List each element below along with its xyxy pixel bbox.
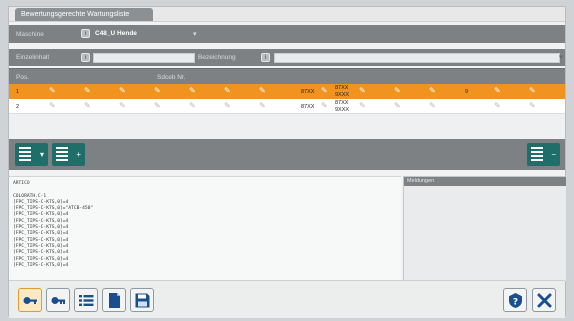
list-button[interactable] [74,288,98,312]
program-text-panel[interactable]: ARTICO COLORATH.C-1 [FPC_TIPS-C-KTS,0]=4… [9,176,401,281]
save-icon [135,293,150,308]
pencil-icon[interactable]: ✎ [359,87,366,95]
pencil-icon[interactable]: ✎ [394,87,401,95]
svg-text:?: ? [513,297,518,307]
pencil-icon[interactable]: ✎ [494,87,501,95]
unit-field[interactable] [93,53,195,63]
pencil-icon[interactable]: ✎ [84,102,91,110]
save-button[interactable] [130,288,154,312]
pencil-icon[interactable]: ✎ [359,102,366,110]
row-ref-1: 87XX [335,85,349,91]
grid-empty-area [9,114,565,139]
row-code: 87XX [301,89,315,95]
pencil-icon[interactable]: ✎ [429,102,436,110]
document-icon [109,293,120,308]
row-pos: 1 [16,89,20,95]
list-icon [531,147,543,162]
pencil-icon[interactable]: ✎ [321,87,328,95]
pencil-icon[interactable]: ✎ [529,87,536,95]
row-ref-2: 9XXX [335,92,350,98]
pencil-icon[interactable]: ✎ [119,87,126,95]
pencil-icon[interactable]: ✎ [224,87,231,95]
tab-maintenance-list[interactable]: Bewertungsgerechte Wartungsliste [15,8,153,21]
pencil-icon[interactable]: ✎ [49,87,56,95]
row-ref-1: 87XX [335,100,349,106]
column-header-pos: Pos. [16,74,30,81]
row-ref-2: 9XXX [335,107,350,113]
pencil-icon[interactable]: ✎ [49,102,56,110]
key-alt-icon [51,297,65,304]
column-header-number: Sdceb Nr. [157,74,186,81]
table-row[interactable]: 2 ✎ ✎ ✎ ✎ ✎ ✎ ✎ 87XX ✎ 87XX 9XXX ✎ ✎ ✎ ✎… [9,99,565,114]
plus-icon: + [76,150,81,159]
designation-label: Bezeichnung [198,54,236,61]
chevron-down-icon: ▾ [39,150,44,159]
append-row-button[interactable]: + [52,143,85,166]
machine-label: Maschine [16,31,44,38]
pencil-icon[interactable]: ✎ [429,87,436,95]
close-button[interactable] [532,288,556,312]
grid-header: Pos. Sdceb Nr. [9,68,565,85]
pencil-icon[interactable]: ✎ [529,102,536,110]
list-icon [79,295,94,306]
info-icon[interactable]: i [261,53,270,62]
info-icon[interactable]: i [81,29,90,38]
key-alt-button[interactable] [46,288,70,312]
main-window: Bewertungsgerechte Wartungsliste Maschin… [8,6,566,318]
pencil-icon[interactable]: ✎ [224,102,231,110]
list-icon [19,147,31,162]
key-icon [23,297,37,304]
pencil-icon[interactable]: ✎ [84,87,91,95]
pencil-icon[interactable]: ✎ [154,102,161,110]
help-button[interactable]: ? [503,288,527,312]
info-icon[interactable]: i [81,53,90,62]
pencil-icon[interactable]: ✎ [259,102,266,110]
help-icon: ? [509,293,522,308]
messages-panel: Meldungen [403,176,566,281]
pencil-icon[interactable]: ✎ [259,87,266,95]
key-button[interactable] [18,288,42,312]
filter-row: Einzelinhalt i Bezeichnung i ▾ [9,49,565,66]
pencil-icon[interactable]: ✎ [154,87,161,95]
minus-icon: − [551,150,556,159]
messages-header: Meldungen [404,177,566,186]
row-toolstrip: ▾ + − [9,139,565,170]
designation-field[interactable] [274,53,560,63]
pencil-icon[interactable]: ✎ [494,102,501,110]
pencil-icon[interactable]: ✎ [119,102,126,110]
row-end: 9 [465,89,469,95]
row-pos: 2 [16,104,20,110]
unit-label: Einzelinhalt [16,54,50,61]
remove-row-button[interactable]: − [527,143,560,166]
machine-row: Maschine i C48_U Hende ▾ [9,25,565,43]
chevron-down-icon[interactable]: ▾ [193,30,197,38]
row-code: 87XX [301,104,315,110]
pencil-icon[interactable]: ✎ [189,102,196,110]
pencil-icon[interactable]: ✎ [321,102,328,110]
pencil-icon[interactable]: ✎ [189,87,196,95]
pencil-icon[interactable]: ✎ [394,102,401,110]
close-icon [537,293,552,308]
chevron-down-icon[interactable]: ▾ [559,53,563,61]
tab-bar: Bewertungsgerechte Wartungsliste [9,7,565,22]
list-icon [56,147,68,162]
document-button[interactable] [102,288,126,312]
bottom-toolbar: ? [9,280,565,318]
machine-select[interactable]: C48_U Hende [95,30,137,37]
table-row-selected[interactable]: 1 ✎ ✎ ✎ ✎ ✎ ✎ ✎ 87XX ✎ 87XX 9XXX ✎ ✎ ✎ 9… [9,84,565,99]
code-line: [FPC_TIPS-C-KTS,0]=4 [13,262,69,268]
insert-row-button[interactable]: ▾ [15,143,48,166]
